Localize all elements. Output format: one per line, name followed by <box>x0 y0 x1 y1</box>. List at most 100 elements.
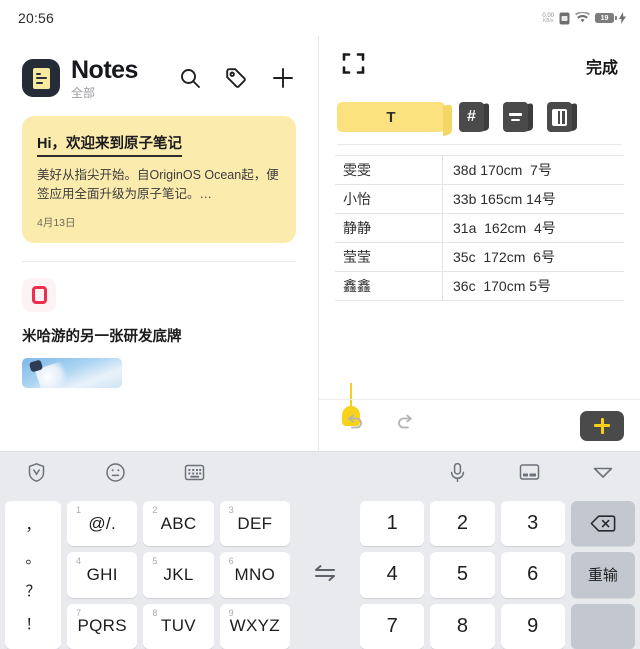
num-key-8[interactable]: 8 <box>430 603 495 649</box>
keyboard-toolbar <box>0 451 640 497</box>
table-cell-value[interactable]: 36c 170cm 5号 <box>443 272 624 300</box>
punctuation-key[interactable]: ， 。 ？ ！ <box>5 501 61 649</box>
retype-key[interactable]: 重输 <box>570 552 635 598</box>
keyboard-layout-icon[interactable] <box>519 463 540 486</box>
note-editor-pane: 完成 T # 雯雯 38d 170cm 7号 小怡 33b 165cm 14号 … <box>319 36 640 451</box>
tag-icon[interactable] <box>224 66 248 90</box>
editor-bottom-bar <box>319 399 640 451</box>
key-letters: DEF <box>237 513 273 533</box>
app-title-block: Notes 全部 <box>71 57 138 99</box>
keyboard-keys: ， 。 ？ ！ 1 @/. 2 ABC 3 DEF 4 GHI 5 JKL 6 MNO 7P… <box>0 497 640 649</box>
num-key-1[interactable]: 1 <box>360 501 425 547</box>
t9-key-1[interactable]: 1 @/. <box>67 501 138 547</box>
num-key-6[interactable]: 6 <box>500 552 565 598</box>
text-style-button[interactable]: T <box>337 102 445 132</box>
table-cell-name[interactable]: 鑫鑫 <box>335 272 443 300</box>
table-cell-value[interactable]: 35c 172cm 6号 <box>443 243 624 271</box>
shield-v-icon[interactable] <box>26 462 47 488</box>
num-key-4[interactable]: 4 <box>360 552 425 598</box>
num-key-2[interactable]: 2 <box>430 501 495 547</box>
keypad-swap <box>290 501 360 649</box>
punct-period[interactable]: 。 <box>25 551 40 566</box>
source-app-icon <box>22 277 56 312</box>
note-preview: 美好从指尖开始。自OriginOS Ocean起，便签应用全面升级为原子笔记。… <box>37 168 279 202</box>
list-align-button[interactable] <box>503 102 533 133</box>
sim-card-icon <box>559 12 570 25</box>
fullscreen-icon[interactable] <box>341 51 366 81</box>
t9-key-2[interactable]: 2 ABC <box>143 501 214 547</box>
emoji-icon[interactable] <box>105 462 126 488</box>
search-icon[interactable] <box>178 66 202 90</box>
t9-grid: 1 @/. 2 ABC 3 DEF 4 GHI 5 JKL 6 MNO 7 PQRS 8 TUV… <box>67 501 290 649</box>
swap-icon[interactable] <box>312 563 338 588</box>
add-icon[interactable] <box>270 65 296 91</box>
redo-icon[interactable] <box>395 412 417 439</box>
key-number: 5 <box>152 556 158 567</box>
table-cell-name[interactable]: 静静 <box>335 214 443 242</box>
editor-header: 完成 <box>319 36 640 96</box>
t9-key-4[interactable]: 4 GHI <box>67 552 138 598</box>
note-date: 4月13日 <box>37 216 76 229</box>
key-number: 1 <box>76 505 82 515</box>
backspace-key[interactable] <box>570 501 635 547</box>
keypad-left: ， 。 ？ ！ 1 @/. 2 ABC 3 DEF 4 GHI 5 JKL 6 MNO 7P… <box>5 501 290 649</box>
table-cell-name[interactable]: 小怡 <box>335 185 443 213</box>
table-row[interactable]: 小怡 33b 165cm 14号 <box>335 185 624 214</box>
toolbar-divider <box>337 144 622 145</box>
note-card-welcome[interactable]: Hi，欢迎来到原子笔记 美好从指尖开始。自OriginOS Ocean起，便签应… <box>22 116 296 243</box>
table-cell-value[interactable]: 38d 170cm 7号 <box>443 156 624 184</box>
key-letters: @/. <box>88 513 116 533</box>
on-screen-keyboard: ， 。 ？ ！ 1 @/. 2 ABC 3 DEF 4 GHI 5 JKL 6 MNO 7P… <box>0 451 640 649</box>
table-button[interactable] <box>547 102 577 133</box>
key-number: 3 <box>228 505 234 515</box>
done-button[interactable]: 完成 <box>586 54 618 78</box>
table-row[interactable]: 莹莹 35c 172cm 6号 <box>335 243 624 272</box>
num-key-7[interactable]: 7 <box>360 603 425 649</box>
heading-button[interactable]: # <box>459 102 489 133</box>
t9-key-3[interactable]: 3 DEF <box>219 501 290 547</box>
table-cell-name[interactable]: 雯雯 <box>335 156 443 184</box>
table-cell-value[interactable]: 33b 165cm 14号 <box>443 185 624 213</box>
notes-header: Notes 全部 <box>0 36 318 102</box>
punct-exclaim[interactable]: ！ <box>25 617 40 632</box>
status-icons: 0.00 KB/s 19 <box>542 12 626 25</box>
key-number: 9 <box>228 607 234 618</box>
table-cell-name[interactable]: 莹莹 <box>335 243 443 271</box>
punct-comma[interactable]: ， <box>25 518 40 533</box>
keyboard-settings-icon[interactable] <box>184 463 205 487</box>
table-row[interactable]: 静静 31a 162cm 4号 <box>335 214 624 243</box>
table-cell-value[interactable]: 31a 162cm 4号 <box>443 214 624 242</box>
article-thumbnail <box>22 357 122 388</box>
t9-key-8[interactable]: 8 TUV <box>143 603 214 649</box>
network-speed-indicator: 0.00 KB/s <box>542 13 554 24</box>
num-key-3[interactable]: 3 <box>500 501 565 547</box>
key-letters: GHI <box>86 564 118 584</box>
split-view: Notes 全部 Hi，欢迎来到原子笔记 美好从指尖开始。自OriginOS O… <box>0 36 640 451</box>
t9-key-6[interactable]: 6 MNO <box>219 552 290 598</box>
key-letters: WXYZ <box>229 616 280 636</box>
t9-key-5[interactable]: 5 JKL <box>143 552 214 598</box>
num-key-5[interactable]: 5 <box>430 552 495 598</box>
note-list: Hi，欢迎来到原子笔记 美好从指尖开始。自OriginOS Ocean起，便签应… <box>0 102 318 388</box>
note-table: 雯雯 38d 170cm 7号 小怡 33b 165cm 14号 静静 31a … <box>335 155 624 301</box>
punct-question[interactable]: ？ <box>25 584 40 599</box>
microphone-icon[interactable] <box>448 462 467 488</box>
num-key-9[interactable]: 9 <box>500 603 565 649</box>
key-number: 4 <box>76 556 82 567</box>
article-title: 米哈游的另一张研发底牌 <box>22 328 182 345</box>
blank-key[interactable] <box>570 603 635 649</box>
add-content-button[interactable] <box>580 410 624 441</box>
t9-key-9[interactable]: 9 WXYZ <box>219 603 290 649</box>
wifi-icon <box>575 12 590 24</box>
t9-key-7[interactable]: 7 PQRS <box>67 603 138 649</box>
key-letters: MNO <box>234 564 276 584</box>
table-row[interactable]: 鑫鑫 36c 170cm 5号 <box>335 272 624 301</box>
key-letters: PQRS <box>77 616 127 636</box>
collapse-keyboard-icon[interactable] <box>592 465 614 484</box>
note-card-article[interactable]: 米哈游的另一张研发底牌 <box>22 262 296 388</box>
table-row[interactable]: 雯雯 38d 170cm 7号 <box>335 156 624 185</box>
key-number: 8 <box>152 607 158 618</box>
note-title: Hi，欢迎来到原子笔记 <box>37 132 182 157</box>
undo-icon[interactable] <box>343 412 365 439</box>
key-number: 7 <box>76 607 82 618</box>
